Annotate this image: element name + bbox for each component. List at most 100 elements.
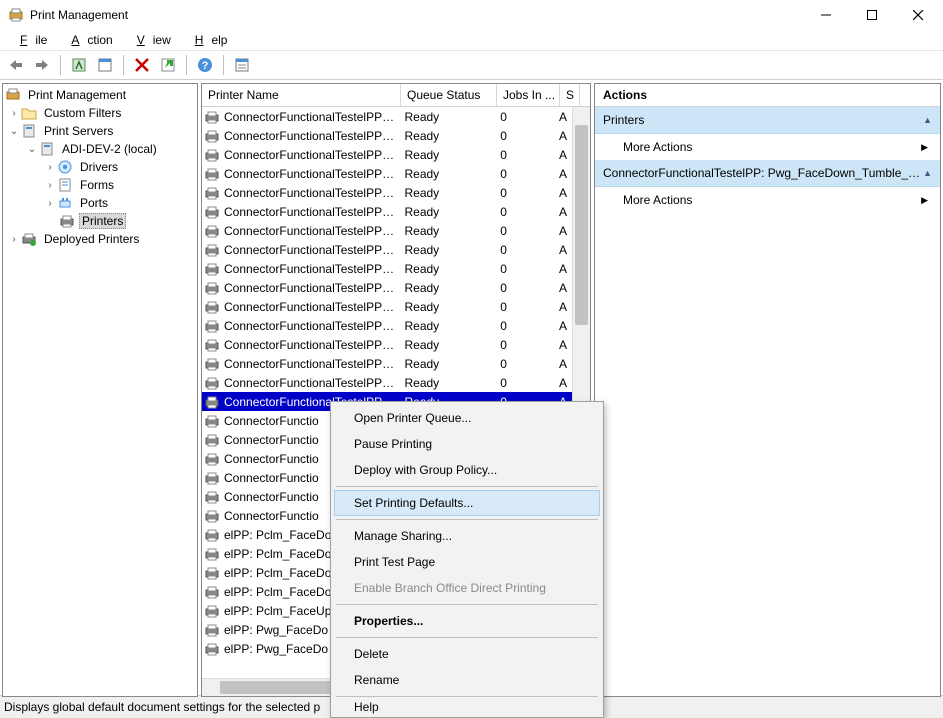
printer-name-cell: ConnectorFunctionalTestelPP: ...: [224, 281, 400, 295]
extra-cell: A: [559, 186, 573, 200]
expand-icon[interactable]: ›: [7, 108, 21, 119]
menu-file[interactable]: File: [4, 31, 55, 49]
maximize-button[interactable]: [849, 0, 895, 30]
printer-row[interactable]: ConnectorFunctionalTestelPP: ...Ready0A: [202, 145, 573, 164]
expand-icon[interactable]: ›: [7, 234, 21, 245]
extra-cell: A: [559, 319, 573, 333]
extra-cell: A: [559, 376, 573, 390]
printer-name-cell: ConnectorFunctionalTestelPP: ...: [224, 338, 400, 352]
show-hide-button[interactable]: [67, 53, 91, 77]
ctx-open-queue[interactable]: Open Printer Queue...: [334, 405, 600, 431]
expand-icon[interactable]: ›: [43, 162, 57, 173]
menu-action[interactable]: Action: [55, 31, 120, 49]
extra-cell: A: [559, 338, 573, 352]
tree-server[interactable]: ⌄ ADI-DEV-2 (local): [3, 140, 197, 158]
ctx-manage-sharing[interactable]: Manage Sharing...: [334, 523, 600, 549]
printer-icon: [204, 546, 220, 562]
delete-button[interactable]: [130, 53, 154, 77]
printer-name-cell: ConnectorFunctionalTestelPP: ...: [224, 243, 400, 257]
tree-forms[interactable]: › Forms: [3, 176, 197, 194]
tree-ports[interactable]: › Ports: [3, 194, 197, 212]
printer-row[interactable]: ConnectorFunctionalTestelPP: ...Ready0A: [202, 259, 573, 278]
expand-icon[interactable]: ›: [43, 180, 57, 191]
printer-icon: [204, 185, 220, 201]
col-more[interactable]: S: [560, 84, 580, 106]
actions-more-1[interactable]: More Actions ▶: [595, 134, 940, 160]
printer-icon: [204, 261, 220, 277]
printer-row[interactable]: ConnectorFunctionalTestelPP: ...Ready0A: [202, 373, 573, 392]
collapse-icon[interactable]: ⌄: [25, 144, 39, 155]
ctx-deploy-group-policy[interactable]: Deploy with Group Policy...: [334, 457, 600, 483]
jobs-cell: 0: [496, 338, 559, 352]
actions-group-printers[interactable]: Printers ▲: [595, 107, 940, 134]
printer-row[interactable]: ConnectorFunctionalTestelPP: ...Ready0A: [202, 240, 573, 259]
menu-help[interactable]: Help: [179, 31, 236, 49]
jobs-cell: 0: [496, 129, 559, 143]
list-view-button[interactable]: [230, 53, 254, 77]
printer-icon: [204, 223, 220, 239]
ctx-pause-printing[interactable]: Pause Printing: [334, 431, 600, 457]
expand-icon[interactable]: ›: [43, 198, 57, 209]
extra-cell: A: [559, 262, 573, 276]
menu-view[interactable]: View: [121, 31, 179, 49]
tree-pane: Print Management › Custom Filters ⌄ Prin…: [2, 83, 198, 697]
actions-more-2[interactable]: More Actions ▶: [595, 187, 940, 213]
tree-print-servers[interactable]: ⌄ Print Servers: [3, 122, 197, 140]
tree-printers[interactable]: Printers: [3, 212, 197, 230]
printer-row[interactable]: ConnectorFunctionalTestelPP: ...Ready0A: [202, 126, 573, 145]
tree-custom-filters[interactable]: › Custom Filters: [3, 104, 197, 122]
minimize-button[interactable]: [803, 0, 849, 30]
ctx-separator: [336, 519, 598, 520]
ctx-set-printing-defaults[interactable]: Set Printing Defaults...: [334, 490, 600, 516]
close-button[interactable]: [895, 0, 941, 30]
ctx-separator: [336, 486, 598, 487]
toolbar: ?: [0, 51, 943, 80]
properties-button[interactable]: [93, 53, 117, 77]
printer-row[interactable]: ConnectorFunctionalTestelPP: ...Ready0A: [202, 221, 573, 240]
printer-row[interactable]: ConnectorFunctionalTestelPP: ...Ready0A: [202, 183, 573, 202]
ctx-help[interactable]: Help: [334, 700, 600, 714]
queue-status-cell: Ready: [400, 110, 496, 124]
jobs-cell: 0: [496, 205, 559, 219]
printer-name-cell: ConnectorFunctionalTestelPP: ...: [224, 148, 400, 162]
ctx-delete[interactable]: Delete: [334, 641, 600, 667]
printer-row[interactable]: ConnectorFunctionalTestelPP: ...Ready0A: [202, 335, 573, 354]
printer-icon: [204, 470, 220, 486]
help-button[interactable]: ?: [193, 53, 217, 77]
printer-row[interactable]: ConnectorFunctionalTestelPP: ...Ready0A: [202, 202, 573, 221]
back-button[interactable]: [4, 53, 28, 77]
forward-button[interactable]: [30, 53, 54, 77]
printer-row[interactable]: ConnectorFunctionalTestelPP: ...Ready0A: [202, 278, 573, 297]
scroll-thumb[interactable]: [575, 125, 588, 325]
jobs-cell: 0: [496, 167, 559, 181]
ctx-rename[interactable]: Rename: [334, 667, 600, 693]
queue-status-cell: Ready: [400, 300, 496, 314]
col-printer-name[interactable]: Printer Name: [202, 84, 401, 106]
printer-row[interactable]: ConnectorFunctionalTestelPP: ...Ready0A: [202, 316, 573, 335]
ctx-print-test-page[interactable]: Print Test Page: [334, 549, 600, 575]
jobs-cell: 0: [496, 110, 559, 124]
tree-root[interactable]: Print Management: [3, 86, 197, 104]
col-jobs-in[interactable]: Jobs In ...: [497, 84, 560, 106]
printer-row[interactable]: ConnectorFunctionalTestelPP: ...Ready0A: [202, 354, 573, 373]
printer-icon: [204, 242, 220, 258]
tree-deployed[interactable]: › Deployed Printers: [3, 230, 197, 248]
printer-icon: [204, 603, 220, 619]
printer-row[interactable]: ConnectorFunctionalTestelPP: ...Ready0A: [202, 107, 573, 126]
printer-row[interactable]: ConnectorFunctionalTestelPP: ...Ready0A: [202, 297, 573, 316]
jobs-cell: 0: [496, 243, 559, 257]
printer-icon: [204, 280, 220, 296]
collapse-icon[interactable]: ⌄: [7, 126, 21, 137]
ctx-properties[interactable]: Properties...: [334, 608, 600, 634]
printer-icon: [204, 356, 220, 372]
queue-status-cell: Ready: [400, 338, 496, 352]
actions-title: Actions: [595, 84, 940, 107]
refresh-button[interactable]: [156, 53, 180, 77]
tree-drivers[interactable]: › Drivers: [3, 158, 197, 176]
printer-icon: [204, 641, 220, 657]
col-queue-status[interactable]: Queue Status: [401, 84, 497, 106]
actions-group-selected[interactable]: ConnectorFunctionalTestelPP: Pwg_FaceDow…: [595, 160, 940, 187]
server-icon: [39, 141, 55, 157]
printer-row[interactable]: ConnectorFunctionalTestelPP: ...Ready0A: [202, 164, 573, 183]
printer-icon: [204, 413, 220, 429]
